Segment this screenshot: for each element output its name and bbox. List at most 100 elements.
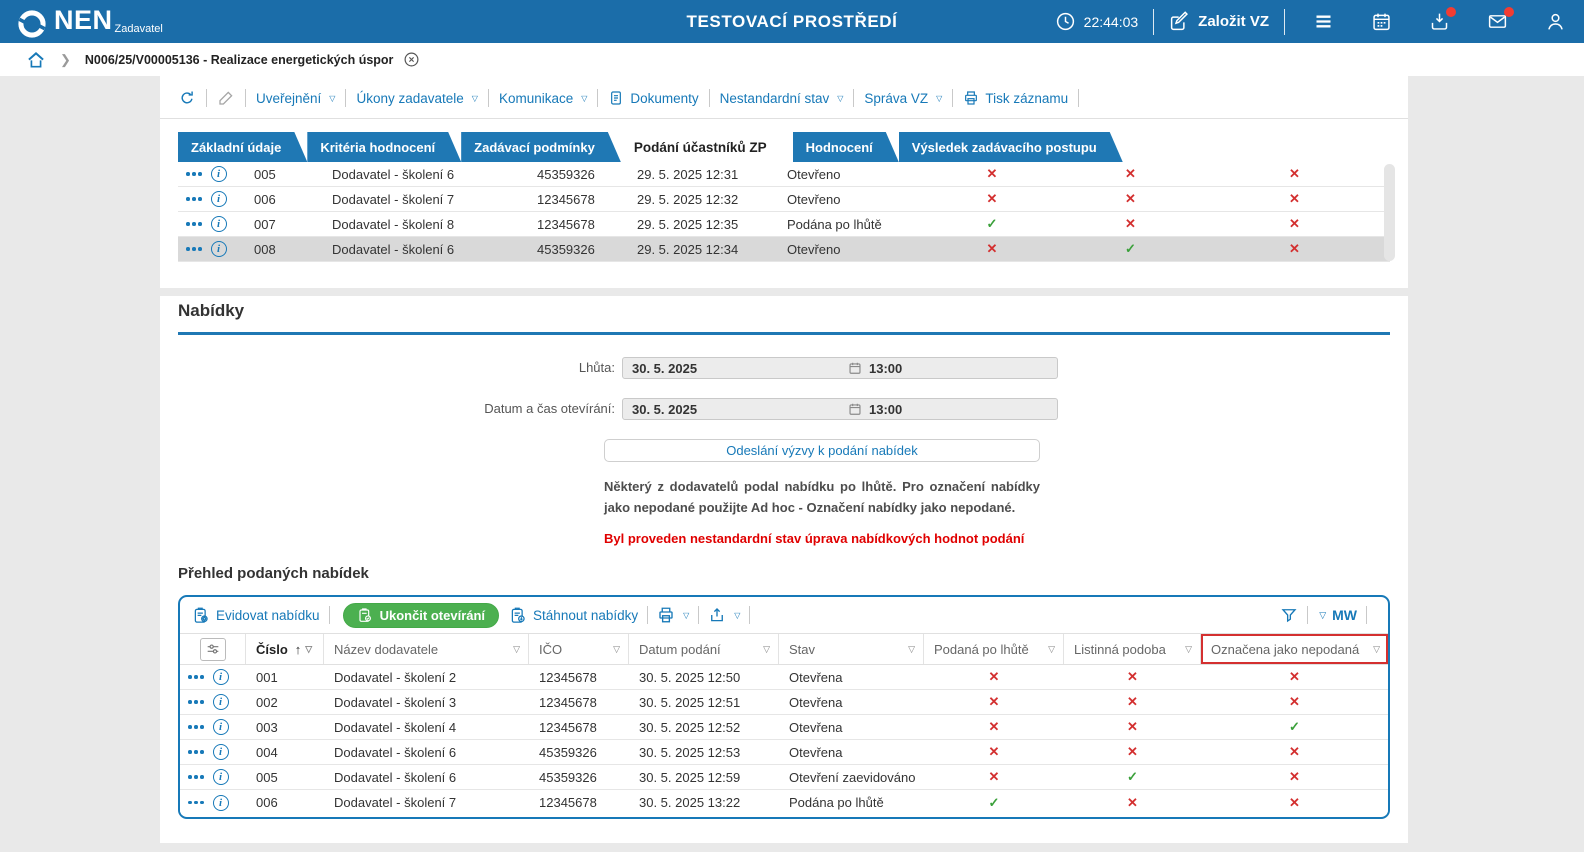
cell-nazev-dodavatele: Dodavatel - školení 7: [332, 191, 455, 207]
menu-nestandardni-stav[interactable]: Nestandardní stav ▽: [720, 91, 844, 106]
filter-dropdown-icon[interactable]: ▽: [513, 644, 520, 655]
row-actions-icon[interactable]: [188, 750, 204, 754]
column-settings-button[interactable]: [199, 637, 226, 661]
table-row[interactable]: i 006 Dodavatel - školení 7 12345678 30.…: [180, 790, 1388, 815]
tab-kriteria-hodnoceni[interactable]: Kritéria hodnocení: [307, 132, 461, 162]
tab-vysledek-zadavaciho-postupu[interactable]: Výsledek zadávacího postupu: [899, 132, 1123, 162]
cell-cislo: 006: [254, 191, 276, 207]
divider: [487, 89, 489, 107]
header-ico[interactable]: IČO ▽: [529, 634, 629, 664]
export-offers-button[interactable]: ▽: [708, 606, 740, 624]
menu-komunikace[interactable]: Komunikace ▽: [499, 91, 587, 106]
tab-zakladni-udaje[interactable]: Základní údaje: [178, 132, 307, 162]
print-record-button[interactable]: Tisk záznamu: [963, 90, 1068, 106]
profile-button[interactable]: [1545, 11, 1566, 32]
header-nazev-dodavatele[interactable]: Název dodavatele ▽: [324, 634, 529, 664]
filter-button[interactable]: [1280, 606, 1298, 624]
cell-podana-po-lhute: ✕: [988, 694, 1000, 709]
table-row[interactable]: i 006 Dodavatel - školení 7 12345678 29.…: [178, 187, 1390, 212]
row-actions-icon[interactable]: [186, 247, 202, 251]
deadline-datetime-field[interactable]: 30. 5. 2025 13:00: [622, 357, 1058, 379]
table-row[interactable]: i 005 Dodavatel - školení 6 45359326 29.…: [178, 162, 1390, 187]
filter-dropdown-icon[interactable]: ▽: [613, 644, 620, 655]
table-row[interactable]: i 002 Dodavatel - školení 3 12345678 30.…: [180, 690, 1388, 715]
view-selector[interactable]: MW: [1332, 607, 1357, 623]
stahnout-nabidky-button[interactable]: Stáhnout nabídky: [509, 606, 638, 624]
top-bar-right: 22:44:03 Založit VZ: [1055, 7, 1584, 35]
info-icon[interactable]: i: [210, 166, 227, 182]
scrollbar[interactable]: [1384, 164, 1395, 261]
row-actions-icon[interactable]: [186, 222, 202, 226]
home-icon[interactable]: [26, 50, 46, 70]
filter-dropdown-icon[interactable]: ▽: [1185, 644, 1192, 655]
table-row[interactable]: i 003 Dodavatel - školení 4 12345678 30.…: [180, 715, 1388, 740]
column-settings-header: [180, 634, 246, 664]
menu-ukony-zadavatele[interactable]: Úkony zadavatele ▽: [356, 91, 477, 106]
cell-listinna-podoba: ✕: [1125, 216, 1136, 231]
view-dropdown-icon[interactable]: ▽: [1319, 610, 1326, 621]
info-icon[interactable]: i: [212, 769, 229, 785]
table-row[interactable]: i 004 Dodavatel - školení 6 45359326 30.…: [180, 740, 1388, 765]
header-listinna-podoba[interactable]: Listinná podoba ▽: [1064, 634, 1201, 664]
table-row[interactable]: i 001 Dodavatel - školení 2 12345678 30.…: [180, 665, 1388, 690]
row-actions-icon[interactable]: [188, 800, 204, 805]
info-icon[interactable]: i: [212, 694, 229, 710]
filter-dropdown-icon[interactable]: ▽: [1048, 644, 1055, 655]
send-invite-button[interactable]: Odeslání výzvy k podání nabídek: [604, 439, 1040, 462]
divider: [1366, 606, 1367, 624]
section-underline: [178, 332, 1390, 335]
info-icon[interactable]: i: [210, 191, 227, 207]
calendar-button[interactable]: [1371, 11, 1392, 32]
row-actions-icon[interactable]: [186, 197, 202, 201]
info-icon[interactable]: i: [212, 744, 229, 760]
edit-record-button[interactable]: [217, 89, 235, 107]
close-record-button[interactable]: [403, 51, 420, 68]
header-stav[interactable]: Stav ▽: [779, 634, 924, 664]
ukoncit-oteviranni-button[interactable]: Ukončit otevírání: [342, 602, 500, 628]
info-icon[interactable]: i: [210, 241, 227, 257]
info-icon[interactable]: i: [212, 794, 229, 811]
messages-button[interactable]: [1487, 7, 1514, 32]
header-datum-podani[interactable]: Datum podání ▽: [629, 634, 779, 664]
cell-cislo: 001: [256, 669, 278, 685]
cell-ico: 12345678: [539, 719, 597, 735]
header-oznacena-jako-nepodana[interactable]: Označena jako nepodaná ▽: [1201, 634, 1388, 664]
row-actions-icon[interactable]: [188, 700, 204, 704]
tab-hodnoceni[interactable]: Hodnocení: [793, 132, 899, 162]
menu-uverejneni[interactable]: Uveřejnění ▽: [256, 91, 335, 106]
row-actions-icon[interactable]: [188, 775, 204, 779]
tab-zadavaci-podminky[interactable]: Zadávací podmínky: [461, 132, 621, 162]
table-row[interactable]: i 005 Dodavatel - školení 6 45359326 30.…: [180, 765, 1388, 790]
filter-dropdown-icon[interactable]: ▽: [1373, 644, 1380, 655]
downloads-button[interactable]: [1429, 7, 1456, 32]
opening-datetime-field[interactable]: 30. 5. 2025 13:00: [622, 398, 1058, 420]
nonstandard-state-warning: Byl proveden nestandardní stav úprava na…: [604, 531, 1025, 546]
info-icon[interactable]: i: [212, 669, 229, 685]
header-cislo[interactable]: Číslo ↑ ▽: [246, 634, 324, 664]
evidovat-nabidku-button[interactable]: Evidovat nabídku: [192, 606, 320, 624]
cell-oznacena-jako-nepodana: ✕: [1289, 191, 1300, 206]
row-actions-icon[interactable]: [186, 172, 202, 176]
chevron-right-icon: ❯: [60, 51, 71, 67]
table-row[interactable]: i 007 Dodavatel - školení 8 12345678 29.…: [178, 212, 1390, 237]
offers-toolbar: Evidovat nabídku Ukončit otevírání Stáhn…: [180, 597, 1388, 633]
print-offers-button[interactable]: ▽: [657, 606, 689, 624]
create-vz-button[interactable]: Založit VZ: [1169, 11, 1269, 32]
filter-dropdown-icon[interactable]: ▽: [763, 644, 770, 655]
menu-sprava-vz[interactable]: Správa VZ ▽: [864, 91, 942, 106]
row-actions-icon[interactable]: [188, 675, 204, 679]
breadcrumb-item[interactable]: N006/25/V00005136 - Realizace energetick…: [85, 53, 394, 67]
header-podana-po-lhute[interactable]: Podaná po lhůtě ▽: [924, 634, 1064, 664]
row-actions-icon[interactable]: [188, 725, 204, 729]
nen-logo[interactable]: NEN Zadavatel: [16, 3, 163, 40]
tab-podani-ucastniku-zp[interactable]: Podání účastníků ZP: [621, 132, 793, 162]
info-icon[interactable]: i: [212, 719, 229, 735]
menu-button[interactable]: [1313, 11, 1334, 32]
table-row[interactable]: i 008 Dodavatel - školení 6 45359326 29.…: [178, 237, 1390, 262]
menu-dokumenty[interactable]: Dokumenty: [608, 90, 699, 106]
filter-dropdown-icon[interactable]: ▽: [908, 644, 915, 655]
chevron-down-icon: ▽: [581, 93, 588, 103]
info-icon[interactable]: i: [210, 216, 227, 232]
refresh-button[interactable]: [178, 89, 196, 107]
filter-dropdown-icon[interactable]: ▽: [305, 644, 312, 655]
